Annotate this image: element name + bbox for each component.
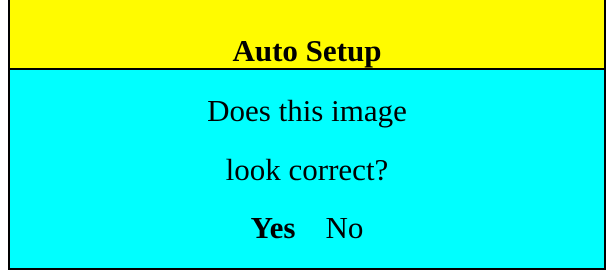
yes-button[interactable]: Yes <box>251 212 296 243</box>
button-row: Yes No <box>251 212 364 243</box>
dialog-body: Does this image look correct? Yes No <box>10 70 604 268</box>
message-line-1: Does this image <box>207 93 407 128</box>
dialog-title-bar: Auto Setup <box>10 0 604 70</box>
auto-setup-dialog: Auto Setup Does this image look correct?… <box>8 0 606 270</box>
dialog-title: Auto Setup <box>232 33 382 68</box>
message-line-2: look correct? <box>225 152 389 187</box>
no-button[interactable]: No <box>325 212 363 243</box>
